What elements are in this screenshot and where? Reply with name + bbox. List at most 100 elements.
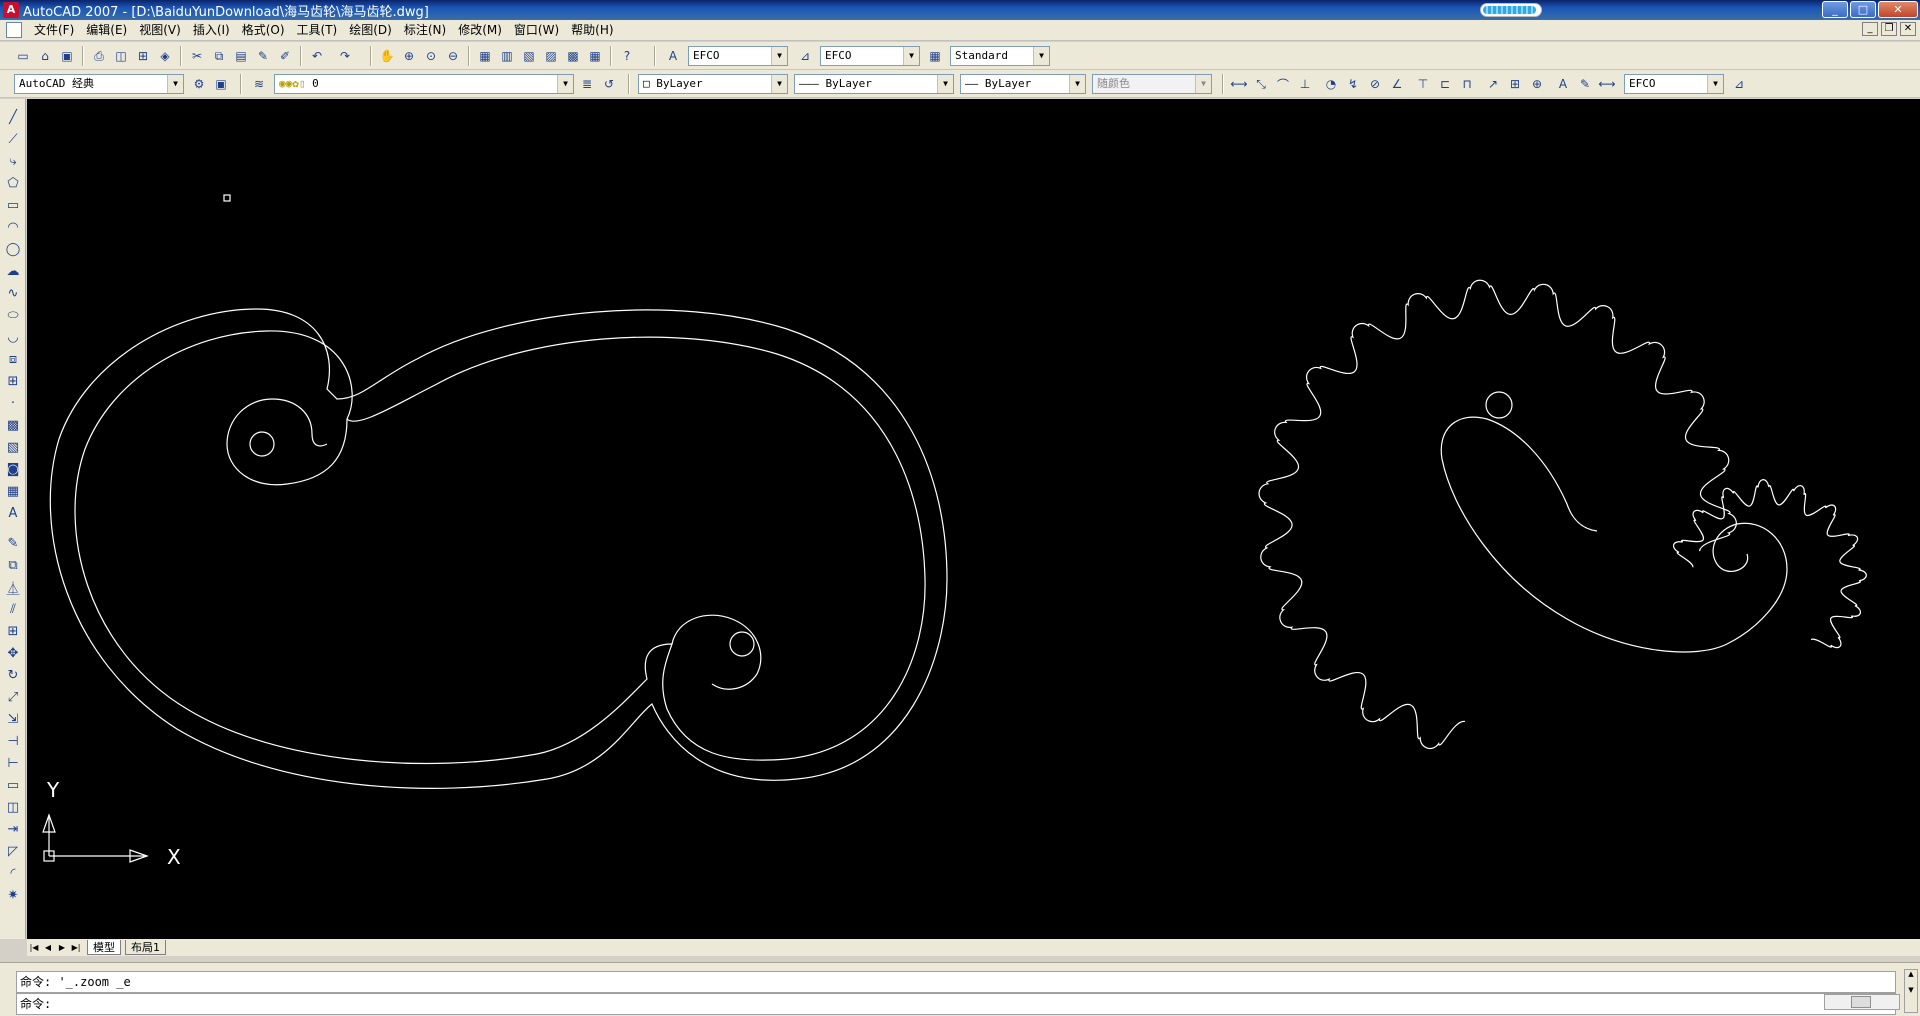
- insert-block-icon[interactable]: ⧈: [3, 349, 23, 369]
- region-icon[interactable]: ◙: [3, 459, 23, 479]
- menu-insert[interactable]: 插入(I): [187, 20, 236, 41]
- gradient-icon[interactable]: ▧: [3, 437, 23, 457]
- baseline-dimension-icon[interactable]: ⊏: [1436, 75, 1454, 93]
- calculator-icon[interactable]: ▦: [586, 47, 604, 65]
- paste-icon[interactable]: ▤: [232, 47, 250, 65]
- workspace-save-icon[interactable]: ▣: [212, 75, 230, 93]
- break-icon[interactable]: ◫: [3, 797, 23, 817]
- layer-manager-icon[interactable]: ≋: [250, 75, 268, 93]
- help-icon[interactable]: ?: [618, 47, 636, 65]
- continue-dimension-icon[interactable]: ⊓: [1458, 75, 1476, 93]
- tolerance-icon[interactable]: ⊞: [1506, 75, 1524, 93]
- aligned-dimension-icon[interactable]: ⤡: [1252, 75, 1270, 93]
- workspace-settings-icon[interactable]: ⚙: [190, 75, 208, 93]
- menu-draw[interactable]: 绘图(D): [343, 20, 398, 41]
- tool-palettes-icon[interactable]: ▧: [520, 47, 538, 65]
- move-icon[interactable]: ✥: [3, 643, 23, 663]
- menu-format[interactable]: 格式(O): [236, 20, 291, 41]
- radius-dimension-icon[interactable]: ◔: [1322, 75, 1340, 93]
- angular-dimension-icon[interactable]: ∠: [1388, 75, 1406, 93]
- circle-icon[interactable]: ◯: [3, 239, 23, 259]
- menu-view[interactable]: 视图(V): [133, 20, 187, 41]
- previous-tab-button[interactable]: ◀: [41, 941, 55, 955]
- ellipse-arc-icon[interactable]: ◡: [3, 327, 23, 347]
- quick-dimension-icon[interactable]: ⊤: [1414, 75, 1432, 93]
- cut-icon[interactable]: ✂: [188, 47, 206, 65]
- offset-icon[interactable]: ⫽: [3, 599, 23, 619]
- 3d-dwf-icon[interactable]: ◈: [156, 47, 174, 65]
- copy-object-icon[interactable]: ⧉: [3, 555, 23, 575]
- dimension-style-icon[interactable]: ⊿: [1730, 75, 1748, 93]
- hatch-icon[interactable]: ▩: [3, 415, 23, 435]
- zoom-window-icon[interactable]: ⊙: [422, 47, 440, 65]
- scroll-thumb[interactable]: [1851, 996, 1871, 1008]
- scale-icon[interactable]: ⤢: [3, 687, 23, 707]
- dim-style-dropdown-2[interactable]: EFCO ▼: [1624, 74, 1724, 94]
- table-icon[interactable]: ▦: [3, 481, 23, 501]
- ordinate-dimension-icon[interactable]: ⊥: [1296, 75, 1314, 93]
- menu-help[interactable]: 帮助(H): [565, 20, 619, 41]
- zoom-realtime-icon[interactable]: ⊕: [400, 47, 418, 65]
- undo-icon[interactable]: ↶: [308, 47, 326, 65]
- properties-icon[interactable]: ▦: [476, 47, 494, 65]
- point-icon[interactable]: ·: [3, 393, 23, 413]
- dim-style-dropdown[interactable]: EFCO ▼: [820, 46, 920, 66]
- construction-line-icon[interactable]: ⟋: [3, 129, 23, 149]
- document-close-button[interactable]: ✕: [1900, 22, 1916, 36]
- new-icon[interactable]: ▭: [14, 47, 32, 65]
- line-icon[interactable]: ╱: [3, 107, 23, 127]
- tab-layout1[interactable]: 布局1: [125, 940, 166, 955]
- array-icon[interactable]: ⊞: [3, 621, 23, 641]
- menu-tools[interactable]: 工具(T): [291, 20, 344, 41]
- next-tab-button[interactable]: ▶: [55, 941, 69, 955]
- lineweight-dropdown[interactable]: —— ByLayer ▼: [960, 74, 1086, 94]
- center-mark-icon[interactable]: ⊕: [1528, 75, 1546, 93]
- design-center-icon[interactable]: ▥: [498, 47, 516, 65]
- rectangle-icon[interactable]: ▭: [3, 195, 23, 215]
- extend-icon[interactable]: ⊢: [3, 753, 23, 773]
- open-icon[interactable]: ⌂: [36, 47, 54, 65]
- arc-length-icon[interactable]: ⌒: [1274, 75, 1292, 93]
- stretch-icon[interactable]: ⇲: [3, 709, 23, 729]
- jogged-dimension-icon[interactable]: ↯: [1344, 75, 1362, 93]
- last-tab-button[interactable]: ▶|: [69, 941, 83, 955]
- document-icon[interactable]: [6, 22, 22, 38]
- redo-icon[interactable]: ↷: [336, 47, 354, 65]
- first-tab-button[interactable]: |◀: [27, 941, 41, 955]
- make-object-layer-current-icon[interactable]: ≣: [578, 75, 596, 93]
- sheet-set-icon[interactable]: ▨: [542, 47, 560, 65]
- polyline-icon[interactable]: ⤷: [3, 151, 23, 171]
- ellipse-icon[interactable]: ⬭: [3, 305, 23, 325]
- pan-icon[interactable]: ✋: [378, 47, 396, 65]
- document-minimize-button[interactable]: _: [1862, 22, 1878, 36]
- color-dropdown[interactable]: □ ByLayer ▼: [638, 74, 788, 94]
- multiline-text-icon[interactable]: A: [3, 503, 23, 523]
- erase-icon[interactable]: ✎: [3, 533, 23, 553]
- dimension-update-icon[interactable]: ⟷: [1598, 75, 1616, 93]
- quick-leader-icon[interactable]: ↗: [1484, 75, 1502, 93]
- match-properties-icon[interactable]: ✎: [254, 47, 272, 65]
- tab-model[interactable]: 模型: [87, 940, 121, 955]
- spline-icon[interactable]: ∿: [3, 283, 23, 303]
- make-block-icon[interactable]: ⊞: [3, 371, 23, 391]
- autocad-app-icon[interactable]: A: [3, 2, 19, 18]
- menu-edit[interactable]: 编辑(E): [80, 20, 133, 41]
- copy-icon[interactable]: ⧉: [210, 47, 228, 65]
- fillet-icon[interactable]: ◜: [3, 863, 23, 883]
- explode-icon[interactable]: ✷: [3, 885, 23, 905]
- menu-dimension[interactable]: 标注(N): [398, 20, 452, 41]
- save-icon[interactable]: ▣: [58, 47, 76, 65]
- command-prompt-input[interactable]: 命令:: [16, 993, 1896, 1015]
- command-scrollbar[interactable]: ▲ ▼: [1904, 969, 1918, 1013]
- menu-modify[interactable]: 修改(M): [452, 20, 508, 41]
- rotate-icon[interactable]: ↻: [3, 665, 23, 685]
- table-style-dropdown[interactable]: Standard ▼: [950, 46, 1050, 66]
- document-restore-button[interactable]: ❐: [1881, 22, 1897, 36]
- trim-icon[interactable]: ⊣: [3, 731, 23, 751]
- close-window-button[interactable]: ✕: [1878, 1, 1918, 18]
- dimension-edit-icon[interactable]: A: [1554, 75, 1572, 93]
- layer-dropdown[interactable]: ◉◉✿▯ 0 ▼: [274, 74, 574, 94]
- maximize-window-button[interactable]: □: [1850, 1, 1876, 18]
- horizontal-scrollbar[interactable]: [1824, 994, 1900, 1010]
- zoom-previous-icon[interactable]: ⊖: [444, 47, 462, 65]
